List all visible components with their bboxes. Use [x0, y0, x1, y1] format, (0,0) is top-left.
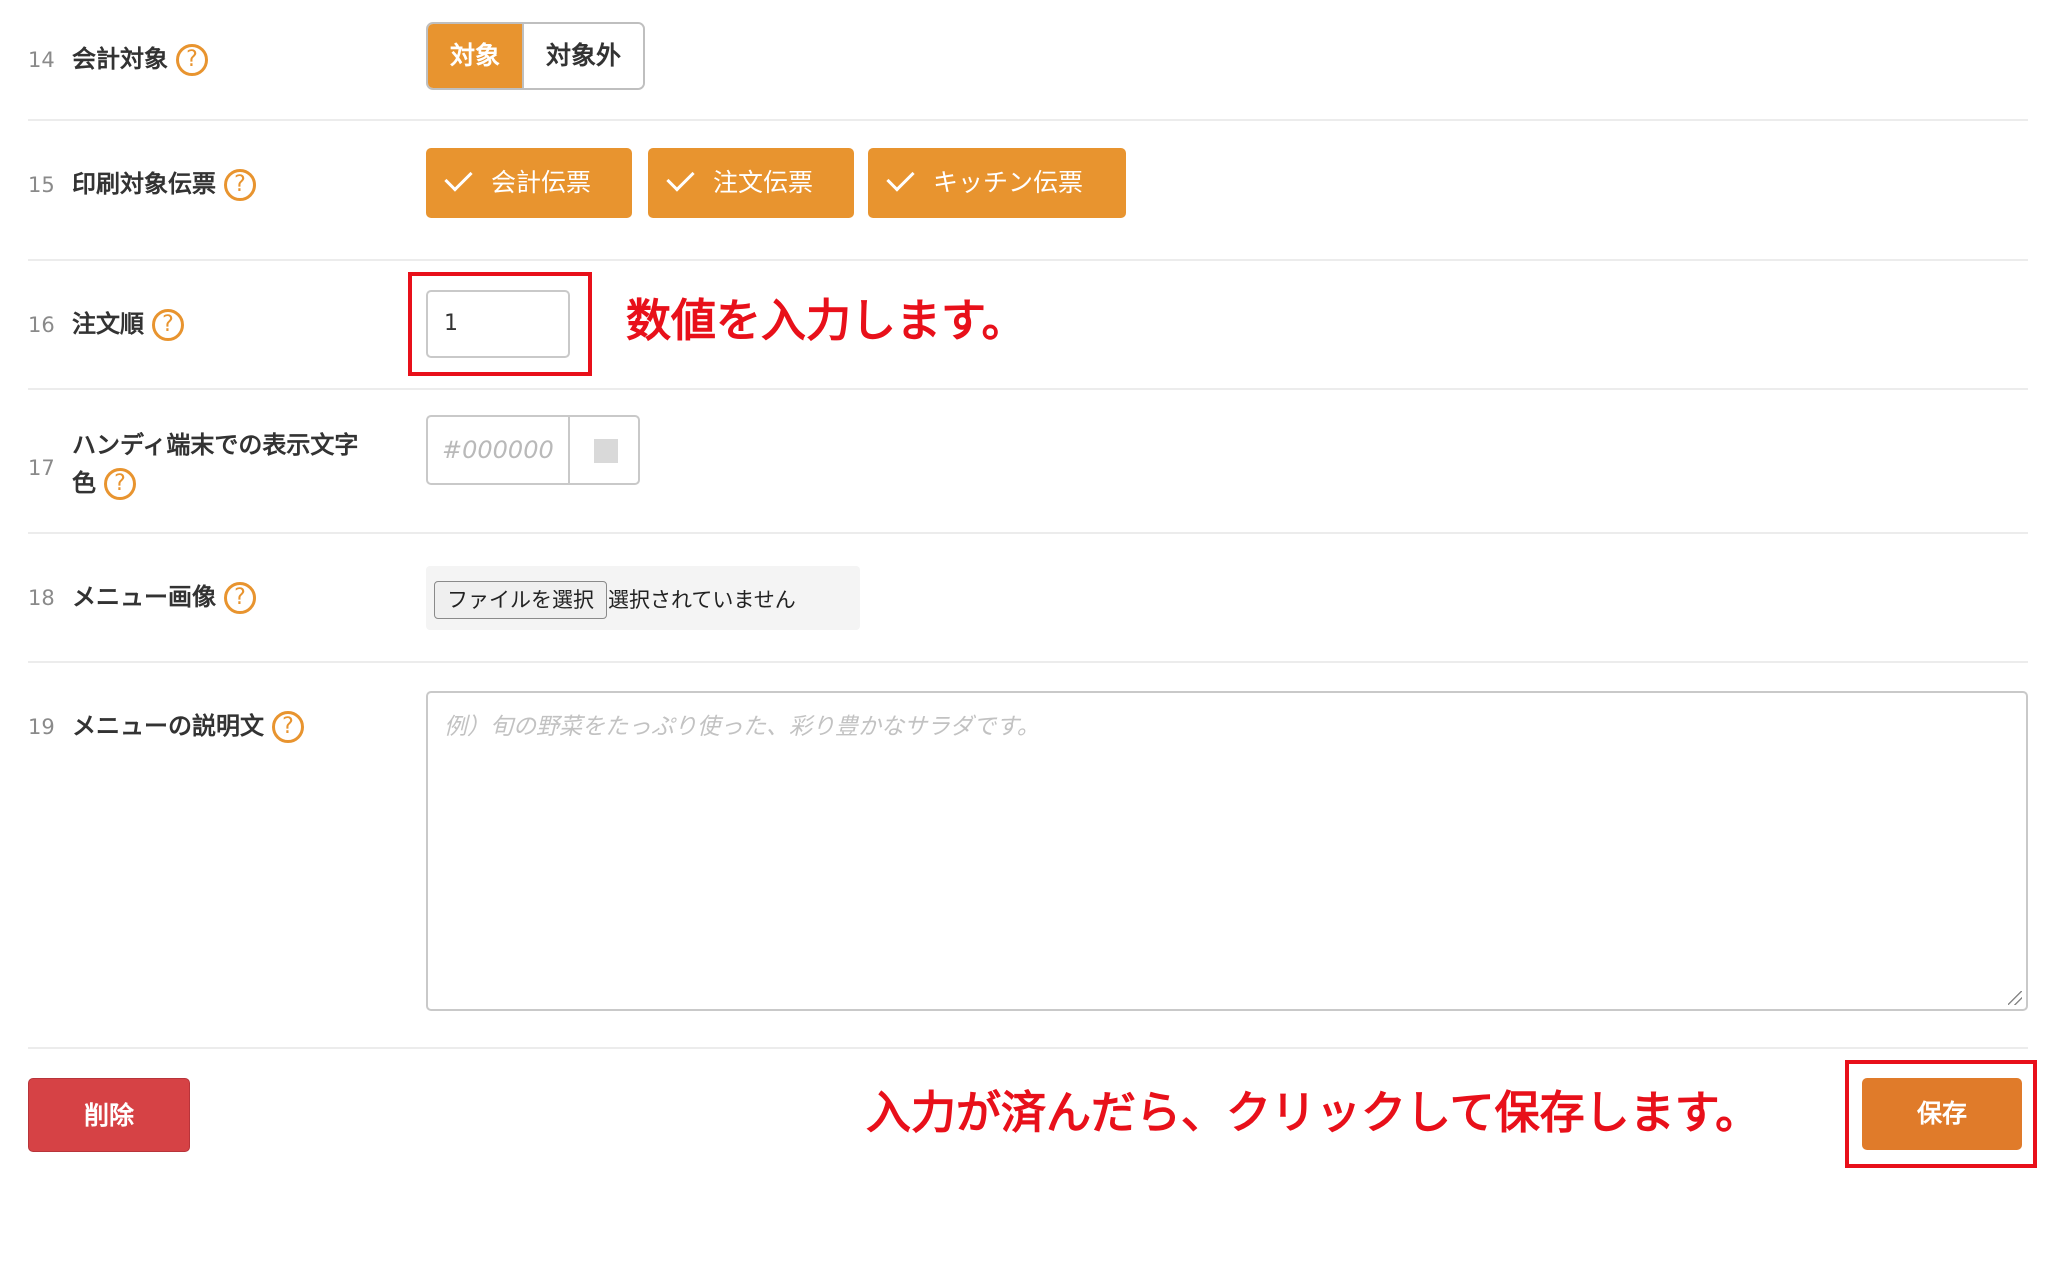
check-order-slip[interactable]: 注文伝票: [648, 148, 854, 218]
field-label: 印刷対象伝票?: [72, 165, 256, 203]
check-icon: [886, 163, 915, 192]
row-order-sequence: 16 注文順? 1 数値を入力します。: [28, 261, 2028, 390]
help-icon[interactable]: ?: [152, 309, 184, 341]
check-label: 注文伝票: [713, 168, 814, 197]
help-icon[interactable]: ?: [176, 44, 208, 76]
check-kitchen-slip[interactable]: キッチン伝票: [868, 148, 1126, 218]
check-label: 会計伝票: [491, 168, 592, 197]
file-upload-area: ファイルを選択 選択されていません: [426, 566, 860, 630]
row-number: 15: [28, 173, 55, 197]
save-button[interactable]: 保存: [1862, 1078, 2022, 1150]
annotation-highlight-box: [408, 272, 592, 376]
field-label: メニュー画像?: [72, 578, 256, 616]
field-label-line2: 色: [72, 469, 96, 497]
row-number: 17: [28, 456, 55, 480]
file-status: 選択されていません: [608, 588, 796, 612]
field-label-text: メニューの説明文: [72, 712, 264, 740]
field-label-text: 会計対象: [72, 45, 168, 73]
row-print-slips: 15 印刷対象伝票? 会計伝票 注文伝票 キッチン伝票: [28, 121, 2028, 261]
choose-file-button[interactable]: ファイルを選択: [434, 581, 607, 619]
field-label: ハンディ端末での表示文字 色?: [72, 426, 358, 502]
resize-handle-icon[interactable]: [2008, 991, 2022, 1005]
help-icon[interactable]: ?: [224, 169, 256, 201]
description-textarea[interactable]: 例）旬の野菜をたっぷり使った、彩り豊かなサラダです。: [426, 691, 2028, 1011]
annotation-input-note: 数値を入力します。: [626, 294, 1027, 347]
field-label-text: メニュー画像: [72, 583, 216, 611]
field-label: 会計対象?: [72, 40, 208, 78]
check-icon: [444, 163, 473, 192]
check-icon: [666, 163, 695, 192]
help-icon[interactable]: ?: [272, 711, 304, 743]
field-label: 注文順?: [72, 305, 184, 343]
row-number: 19: [28, 715, 55, 739]
color-swatch-icon: [594, 439, 618, 463]
description-placeholder: 例）旬の野菜をたっぷり使った、彩り豊かなサラダです。: [444, 714, 1040, 740]
color-picker-button[interactable]: [568, 415, 640, 485]
color-code-input[interactable]: #000000: [426, 415, 570, 485]
row-number: 14: [28, 48, 55, 72]
annotation-save-note: 入力が済んだら、クリックして保存します。: [866, 1086, 1761, 1139]
help-icon[interactable]: ?: [224, 582, 256, 614]
field-label-text: 印刷対象伝票: [72, 170, 216, 198]
field-label: メニューの説明文?: [72, 707, 304, 745]
option-target[interactable]: 対象: [428, 24, 523, 88]
row-number: 18: [28, 586, 55, 610]
check-accounting-slip[interactable]: 会計伝票: [426, 148, 632, 218]
check-label: キッチン伝票: [933, 168, 1084, 197]
accounting-target-toggle: 対象 対象外: [426, 22, 646, 90]
row-accounting-target: 14 会計対象? 対象 対象外: [28, 0, 2028, 121]
delete-button[interactable]: 削除: [28, 1078, 190, 1152]
row-handy-text-color: 17 ハンディ端末での表示文字 色? #000000: [28, 390, 2028, 534]
option-non-target[interactable]: 対象外: [522, 24, 644, 88]
row-menu-description: 19 メニューの説明文? 例）旬の野菜をたっぷり使った、彩り豊かなサラダです。: [28, 663, 2028, 1049]
field-label-text: 注文順: [72, 310, 144, 338]
color-code-placeholder: #000000: [442, 436, 554, 464]
row-menu-image: 18 メニュー画像? ファイルを選択 選択されていません: [28, 534, 2028, 663]
help-icon[interactable]: ?: [104, 468, 136, 500]
row-number: 16: [28, 313, 55, 337]
field-label-line1: ハンディ端末での表示文字: [72, 431, 359, 459]
